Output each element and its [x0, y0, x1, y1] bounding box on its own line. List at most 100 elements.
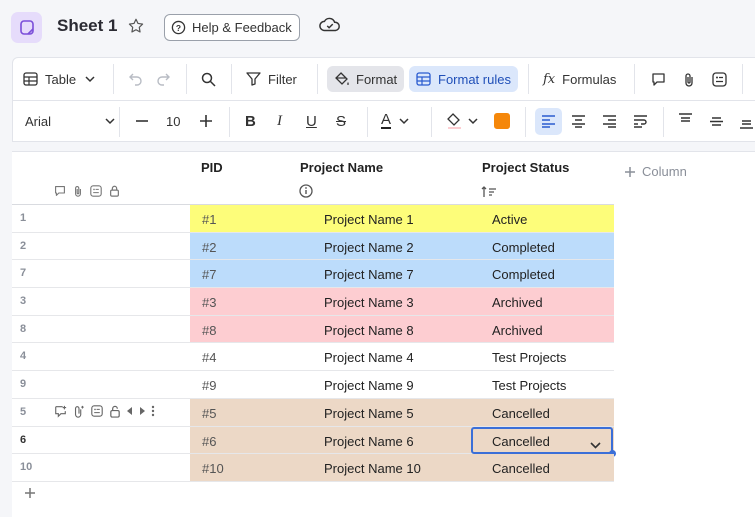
underline-button[interactable]: U — [306, 108, 317, 134]
fill-color-swatch[interactable] — [494, 108, 510, 134]
project-name-cell[interactable]: Project Name 9 — [324, 378, 414, 393]
caret-left-icon[interactable] — [127, 407, 133, 416]
align-right-button[interactable] — [602, 108, 617, 134]
font-family-dropdown[interactable]: Arial — [25, 108, 115, 134]
pid-cell[interactable]: #5 — [202, 406, 216, 421]
comments-button[interactable] — [651, 66, 666, 92]
project-name-cell[interactable]: Project Name 2 — [324, 240, 414, 255]
pid-cell[interactable]: #1 — [202, 212, 216, 227]
star-icon[interactable] — [127, 17, 145, 40]
italic-icon: I — [277, 112, 282, 129]
column-header-pid[interactable]: PID — [201, 160, 223, 175]
pid-cell[interactable]: #7 — [202, 267, 216, 282]
row-number: 3 — [20, 295, 27, 308]
help-feedback-button[interactable]: ? Help & Feedback — [164, 14, 300, 41]
pid-cell[interactable]: #8 — [202, 323, 216, 338]
align-top-button[interactable] — [678, 106, 693, 132]
wrap-text-button[interactable] — [633, 108, 648, 134]
project-name-cell[interactable]: Project Name 10 — [324, 461, 421, 476]
column-header-project-status[interactable]: Project Status — [482, 160, 569, 175]
font-family-value: Arial — [25, 113, 52, 129]
search-button[interactable] — [201, 66, 216, 92]
align-left-button[interactable] — [535, 108, 562, 135]
table-row[interactable]: 7 #7 Project Name 7 Completed — [12, 260, 614, 289]
project-status-cell[interactable]: Test Projects — [492, 350, 566, 365]
pid-cell[interactable]: #10 — [202, 461, 224, 476]
pid-cell[interactable]: #4 — [202, 350, 216, 365]
sheet-title[interactable]: Sheet 1 — [57, 16, 117, 36]
fill-color-dropdown[interactable] — [447, 108, 478, 134]
decrease-font-size-button[interactable] — [135, 108, 149, 134]
project-status-cell[interactable]: Completed — [492, 267, 555, 282]
add-comment-icon[interactable] — [54, 405, 67, 418]
project-name-cell[interactable]: Project Name 7 — [324, 267, 414, 282]
table-row[interactable]: 2 #2 Project Name 2 Completed — [12, 232, 614, 261]
column-header-project-name[interactable]: Project Name — [300, 160, 383, 175]
align-middle-icon — [710, 116, 723, 126]
project-status-cell[interactable]: Cancelled — [492, 461, 550, 476]
table-row[interactable]: 8 #8 Project Name 8 Archived — [12, 315, 614, 344]
project-status-cell[interactable]: Test Projects — [492, 378, 566, 393]
add-column-button[interactable]: Column — [624, 164, 687, 179]
text-color-dropdown[interactable]: A — [381, 108, 409, 134]
forms-button[interactable] — [712, 66, 727, 92]
table-row[interactable]: 3 #3 Project Name 3 Archived — [12, 288, 614, 316]
project-status-cell[interactable]: Cancelled — [492, 406, 550, 421]
project-status-cell[interactable]: Active — [492, 212, 527, 227]
table-row[interactable]: 4 #4 Project Name 4 Test Projects — [12, 343, 614, 372]
active-cell-selection[interactable] — [471, 426, 616, 457]
project-name-cell[interactable]: Project Name 3 — [324, 295, 414, 310]
align-middle-button[interactable] — [709, 108, 724, 134]
redo-button[interactable] — [155, 66, 171, 92]
undo-button[interactable] — [128, 66, 144, 92]
caret-right-icon[interactable] — [139, 407, 145, 416]
comment-icon[interactable] — [54, 185, 66, 197]
project-name-cell[interactable]: Project Name 6 — [324, 434, 414, 449]
table-row[interactable]: 10 #10 Project Name 10 Cancelled — [12, 454, 614, 482]
form-icon[interactable] — [91, 405, 103, 418]
format-rules-button[interactable]: Format rules — [409, 66, 518, 92]
project-status-cell[interactable]: Archived — [492, 295, 543, 310]
font-size-value[interactable]: 10 — [166, 108, 180, 134]
pid-cell[interactable]: #9 — [202, 378, 216, 393]
table-row[interactable]: 1 #1 Project Name 1 Active — [12, 205, 614, 233]
add-attachment-icon[interactable] — [73, 405, 85, 418]
view-type-dropdown[interactable]: Table — [23, 66, 95, 92]
attachments-button[interactable] — [683, 66, 695, 92]
pid-cell[interactable]: #2 — [202, 240, 216, 255]
filter-icon — [246, 72, 261, 86]
sort-icon[interactable] — [481, 185, 497, 203]
add-row-button[interactable] — [24, 486, 36, 504]
project-status-cell[interactable]: Archived — [492, 323, 543, 338]
help-icon: ? — [171, 20, 186, 35]
table-row[interactable]: 5 #5 Project Name 5 Cancelled — [12, 398, 614, 427]
project-name-cell[interactable]: Project Name 4 — [324, 350, 414, 365]
align-bottom-button[interactable] — [739, 110, 754, 136]
align-center-button[interactable] — [571, 108, 586, 134]
info-icon[interactable] — [299, 184, 313, 203]
chevron-down-icon[interactable] — [590, 437, 601, 452]
sheet-grid: PID Project Name Project Status Column 1… — [12, 151, 755, 517]
form-icon[interactable] — [90, 185, 102, 197]
format-button[interactable]: Format — [327, 66, 405, 92]
project-name-cell[interactable]: Project Name 5 — [324, 406, 414, 421]
bold-button[interactable]: B — [245, 108, 256, 134]
pid-cell[interactable]: #3 — [202, 295, 216, 310]
increase-font-size-button[interactable] — [199, 108, 213, 134]
strikethrough-button[interactable]: S — [336, 108, 346, 134]
paperclip-icon[interactable] — [73, 185, 83, 197]
table-row[interactable]: 9 #9 Project Name 9 Test Projects — [12, 371, 614, 399]
pid-cell[interactable]: #6 — [202, 434, 216, 449]
project-name-cell[interactable]: Project Name 1 — [324, 212, 414, 227]
search-icon — [201, 72, 216, 87]
project-name-cell[interactable]: Project Name 8 — [324, 323, 414, 338]
lock-icon[interactable] — [109, 185, 120, 197]
formulas-button[interactable]: fx Formulas — [543, 66, 616, 92]
row-number: 8 — [20, 322, 27, 335]
project-status-cell[interactable]: Completed — [492, 240, 555, 255]
more-vertical-icon[interactable] — [151, 405, 155, 417]
filter-button[interactable]: Filter — [246, 66, 297, 92]
italic-button[interactable]: I — [277, 108, 282, 134]
add-lock-icon[interactable] — [109, 405, 121, 418]
table-row[interactable]: 6 #6 Project Name 6 Cancelled — [12, 426, 616, 457]
